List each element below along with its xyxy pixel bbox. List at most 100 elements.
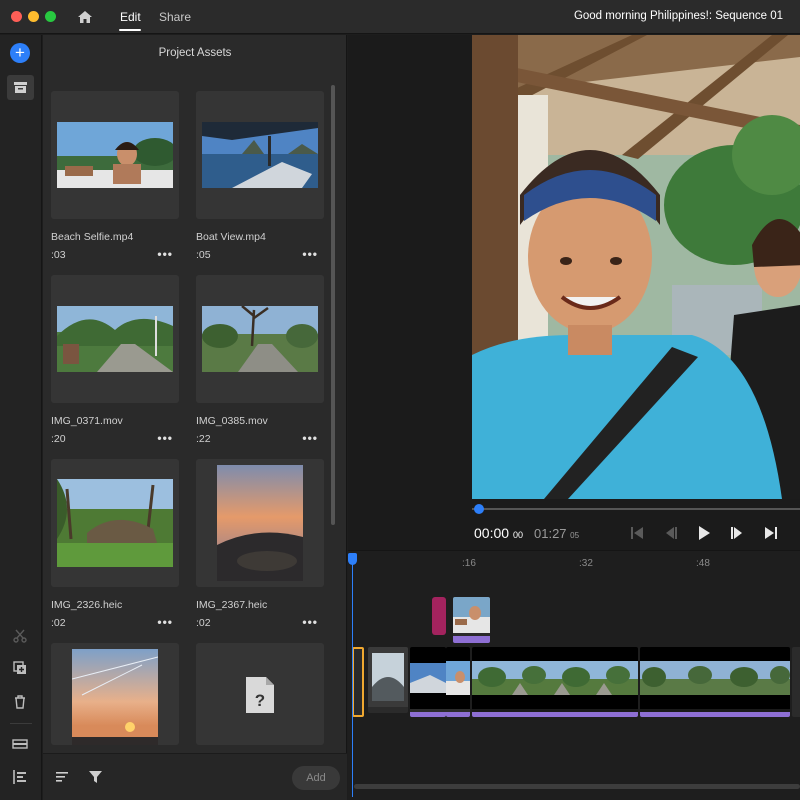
asset-name: IMG_2326.heic: [51, 599, 123, 611]
clip-thumbnail: [368, 647, 408, 707]
assets-scrollbar[interactable]: [331, 85, 335, 525]
timeline-clip-selected[interactable]: [352, 647, 364, 717]
project-assets-panel: Project Assets Beach Selfie.mp4 :03 •••: [43, 35, 347, 800]
duplicate-icon[interactable]: [11, 659, 29, 677]
step-back-icon[interactable]: [662, 524, 680, 542]
timeline-clip[interactable]: [472, 647, 638, 717]
total-duration: 01:27 05: [534, 526, 580, 541]
trash-icon[interactable]: [11, 693, 29, 711]
video-preview[interactable]: [472, 35, 800, 499]
active-tab-indicator: [119, 29, 141, 31]
asset-card[interactable]: [51, 459, 179, 587]
asset-name: IMG_2367.heic: [196, 599, 268, 611]
clip-thumbnail-strip: [640, 647, 790, 709]
asset-more-button[interactable]: •••: [157, 615, 173, 629]
timeline-clip[interactable]: [792, 647, 800, 717]
asset-tile[interactable]: IMG_2326.heic :02 •••: [51, 459, 179, 629]
panel-title: Project Assets: [158, 47, 232, 59]
asset-tile[interactable]: [51, 643, 179, 745]
asset-thumbnail: [57, 306, 173, 372]
program-monitor: 00:00 00 01:27 05: [348, 35, 800, 550]
timeline-clip[interactable]: [640, 647, 790, 717]
current-timecode: 00:00 00: [474, 525, 523, 541]
go-to-start-icon[interactable]: [628, 524, 646, 542]
asset-tile[interactable]: IMG_2367.heic :02 •••: [196, 459, 324, 629]
timeline-clip[interactable]: [368, 647, 408, 713]
asset-duration: :22: [196, 433, 211, 445]
timeline-horizontal-scrollbar[interactable]: [354, 784, 800, 789]
asset-more-button[interactable]: •••: [157, 431, 173, 445]
asset-duration: :05: [196, 249, 211, 261]
asset-card[interactable]: [51, 275, 179, 403]
home-icon[interactable]: [76, 8, 94, 26]
asset-tile[interactable]: IMG_0385.mov :22 •••: [196, 275, 324, 445]
asset-name: Boat View.mp4: [196, 231, 266, 243]
list-view-icon[interactable]: [55, 770, 69, 784]
play-icon[interactable]: [695, 524, 713, 542]
ruler-tick-label: :32: [579, 558, 593, 569]
add-button[interactable]: Add: [292, 766, 340, 790]
track-height-icon[interactable]: [11, 735, 29, 753]
asset-more-button[interactable]: •••: [302, 247, 318, 261]
ruler-tick-label: :48: [696, 558, 710, 569]
playback-scrubber-handle[interactable]: [474, 504, 484, 514]
asset-tile[interactable]: IMG_0371.mov :20 •••: [51, 275, 179, 445]
rail-divider: [10, 723, 32, 724]
asset-more-button[interactable]: •••: [302, 431, 318, 445]
timeline-panel[interactable]: :16 :32 :48: [348, 550, 800, 800]
timeline-marker-clip[interactable]: [432, 597, 446, 635]
tab-edit[interactable]: Edit: [120, 10, 141, 24]
tab-share[interactable]: Share: [159, 10, 191, 24]
asset-tile[interactable]: ?: [196, 643, 324, 745]
align-left-icon[interactable]: [11, 768, 29, 786]
asset-name: IMG_0385.mov: [196, 415, 268, 427]
audio-waveform: [446, 712, 470, 717]
asset-tile[interactable]: Boat View.mp4 :05 •••: [196, 91, 324, 261]
close-window-button[interactable]: [11, 11, 22, 22]
clip-thumbnail-strip: [472, 647, 638, 709]
go-to-end-icon[interactable]: [762, 524, 780, 542]
asset-name: Beach Selfie.mp4: [51, 231, 134, 243]
video-track: [352, 647, 800, 717]
audio-waveform: [472, 712, 638, 717]
add-media-button[interactable]: +: [10, 43, 30, 63]
asset-thumbnail: [57, 479, 173, 567]
playhead-handle[interactable]: [348, 553, 357, 565]
asset-more-button[interactable]: •••: [157, 247, 173, 261]
asset-card[interactable]: [196, 459, 324, 587]
asset-thumbnail: [217, 465, 303, 581]
svg-text:?: ?: [255, 691, 265, 710]
ruler-tick-label: :16: [462, 558, 476, 569]
unknown-file-icon: ?: [246, 677, 274, 713]
timeline-clip[interactable]: [410, 647, 446, 717]
asset-card[interactable]: [196, 275, 324, 403]
asset-duration: :02: [51, 617, 66, 629]
asset-card[interactable]: ?: [196, 643, 324, 745]
asset-thumbnail: [202, 306, 318, 372]
asset-duration: :02: [196, 617, 211, 629]
project-assets-button[interactable]: [7, 75, 34, 100]
scissors-icon[interactable]: [11, 627, 29, 645]
asset-duration: :20: [51, 433, 66, 445]
playback-scrubber-track[interactable]: [472, 508, 800, 510]
asset-thumbnail: [202, 122, 318, 188]
zoom-window-button[interactable]: [45, 11, 56, 22]
timeline-clip[interactable]: [446, 647, 470, 717]
playhead-line[interactable]: [352, 557, 353, 797]
minimize-window-button[interactable]: [28, 11, 39, 22]
tool-rail: +: [0, 35, 42, 800]
timeline-clip-overlay[interactable]: [453, 597, 490, 643]
document-title: Good morning Philippines!: Sequence 01: [573, 10, 783, 22]
asset-more-button[interactable]: •••: [302, 615, 318, 629]
audio-waveform: [640, 712, 790, 717]
asset-card[interactable]: [51, 91, 179, 219]
media-icon: [14, 82, 27, 93]
asset-tile[interactable]: Beach Selfie.mp4 :03 •••: [51, 91, 179, 261]
asset-name: IMG_0371.mov: [51, 415, 123, 427]
filter-icon[interactable]: [88, 769, 103, 784]
asset-card[interactable]: [196, 91, 324, 219]
audio-waveform: [453, 636, 490, 643]
step-forward-icon[interactable]: [728, 524, 746, 542]
asset-card[interactable]: [51, 643, 179, 745]
clip-thumbnail: [410, 647, 446, 709]
